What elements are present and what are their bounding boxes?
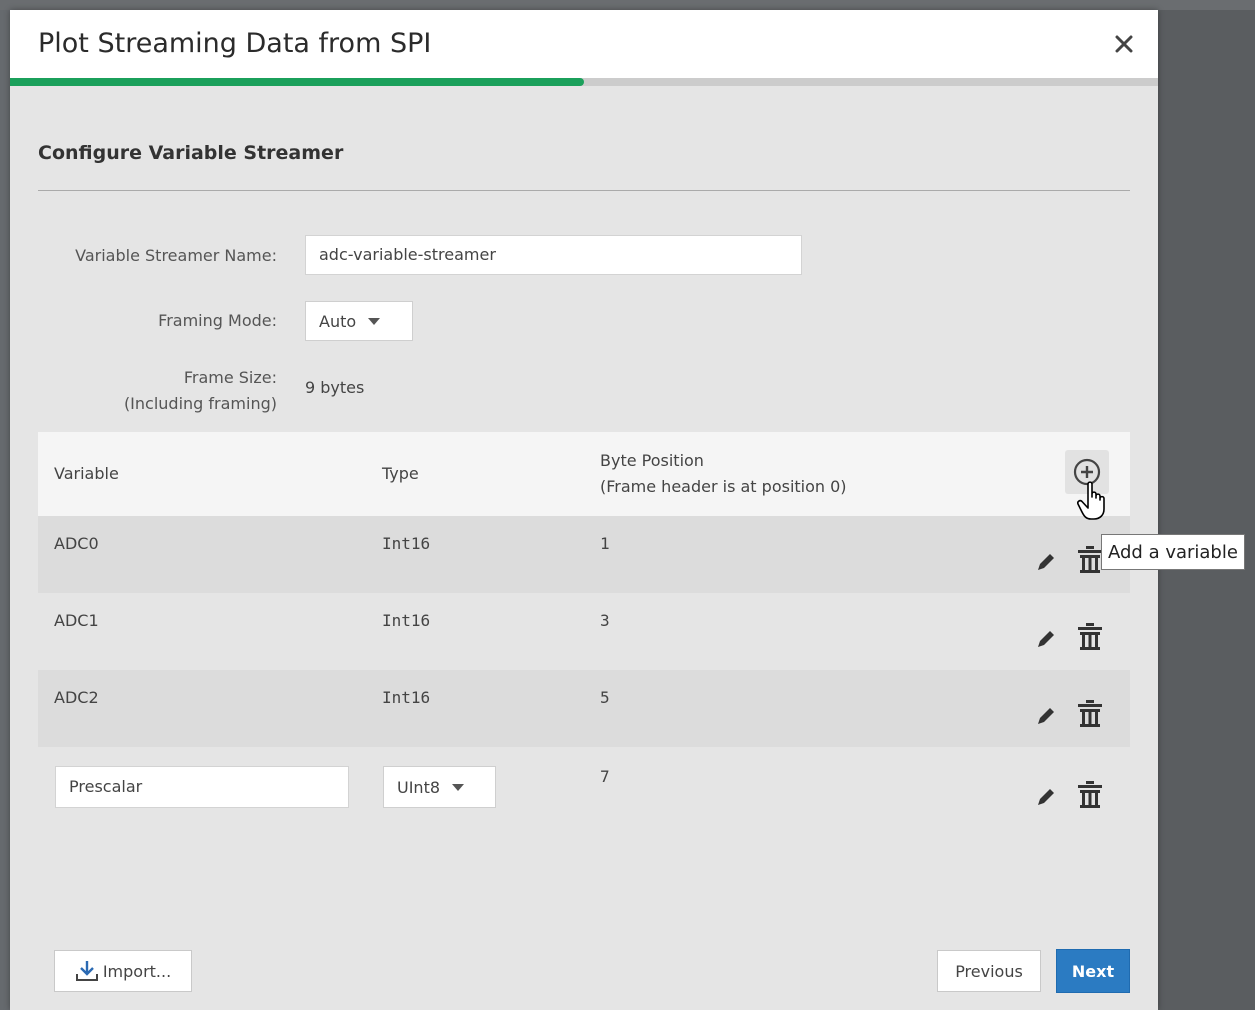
dialog-header: Plot Streaming Data from SPI xyxy=(10,10,1158,78)
delete-button[interactable] xyxy=(1076,698,1104,730)
row-variable: ADC1 xyxy=(54,611,99,630)
edit-button[interactable] xyxy=(1032,781,1060,813)
table-row: ADC2 Int16 5 xyxy=(38,670,1130,747)
tooltip: Add a variable xyxy=(1101,534,1245,570)
frame-size-value: 9 bytes xyxy=(305,378,365,397)
streamer-name-label: Variable Streamer Name: xyxy=(75,246,277,265)
framing-mode-label: Framing Mode: xyxy=(158,311,277,330)
wizard-dialog: Plot Streaming Data from SPI Configure V… xyxy=(10,10,1158,1010)
row-variable: ADC0 xyxy=(54,534,99,553)
pencil-icon xyxy=(1038,708,1054,724)
frame-size-label-line2: (Including framing) xyxy=(123,394,277,413)
section-divider xyxy=(38,190,1130,191)
variable-type-value: UInt8 xyxy=(397,777,441,797)
table-row: ADC1 Int16 3 xyxy=(38,593,1130,670)
variable-type-select[interactable]: UInt8 xyxy=(383,766,496,808)
backdrop-left xyxy=(0,10,10,1010)
pencil-icon xyxy=(1038,554,1054,570)
table-header: Variable Type Byte Position (Frame heade… xyxy=(38,432,1130,516)
row-type: Int16 xyxy=(382,688,431,707)
edit-button[interactable] xyxy=(1032,546,1060,578)
delete-button[interactable] xyxy=(1076,779,1104,811)
previous-button[interactable]: Previous xyxy=(937,950,1041,992)
close-icon xyxy=(1115,35,1133,53)
table-row-editing: Prescalar UInt8 7 xyxy=(38,747,1130,837)
edit-button[interactable] xyxy=(1032,700,1060,732)
table-row: ADC0 Int16 1 xyxy=(38,516,1130,593)
column-header-variable: Variable xyxy=(54,464,119,483)
framing-mode-select[interactable]: Auto xyxy=(305,301,413,341)
column-header-type: Type xyxy=(382,464,419,483)
pencil-icon xyxy=(1038,789,1054,805)
delete-button[interactable] xyxy=(1076,544,1104,576)
row-variable: ADC2 xyxy=(54,688,99,707)
progress-bar xyxy=(10,78,1158,86)
progress-fill xyxy=(10,78,584,86)
trash-icon xyxy=(1078,700,1102,727)
next-button[interactable]: Next xyxy=(1056,949,1130,993)
row-byte-position: 7 xyxy=(600,767,610,786)
close-button[interactable] xyxy=(1108,28,1140,60)
hand-cursor-icon xyxy=(1077,481,1105,520)
trash-icon xyxy=(1078,623,1102,650)
trash-icon xyxy=(1078,781,1102,808)
pencil-icon xyxy=(1038,631,1054,647)
import-button[interactable]: Import... xyxy=(54,950,192,992)
streamer-name-input[interactable]: adc-variable-streamer xyxy=(305,235,802,275)
chevron-down-icon xyxy=(452,783,465,791)
column-header-byte-position-note: (Frame header is at position 0) xyxy=(600,477,847,496)
framing-mode-value: Auto xyxy=(319,311,357,331)
row-byte-position: 1 xyxy=(600,534,610,553)
frame-size-label: Frame Size: (Including framing) xyxy=(40,365,277,417)
variable-name-input[interactable]: Prescalar xyxy=(55,766,349,808)
row-type: Int16 xyxy=(382,611,431,630)
row-byte-position: 3 xyxy=(600,611,610,630)
dialog-title: Plot Streaming Data from SPI xyxy=(38,28,432,59)
delete-button[interactable] xyxy=(1076,621,1104,653)
section-title: Configure Variable Streamer xyxy=(38,142,344,164)
frame-size-label-line1: Frame Size: xyxy=(183,368,277,387)
import-label: Import... xyxy=(102,961,172,981)
download-icon xyxy=(75,961,98,981)
row-byte-position: 5 xyxy=(600,688,610,707)
trash-icon xyxy=(1078,546,1102,573)
chevron-down-icon xyxy=(368,317,381,325)
column-header-byte-position: Byte Position xyxy=(600,451,704,470)
backdrop xyxy=(0,0,1255,10)
edit-button[interactable] xyxy=(1032,623,1060,655)
row-type: Int16 xyxy=(382,534,431,553)
